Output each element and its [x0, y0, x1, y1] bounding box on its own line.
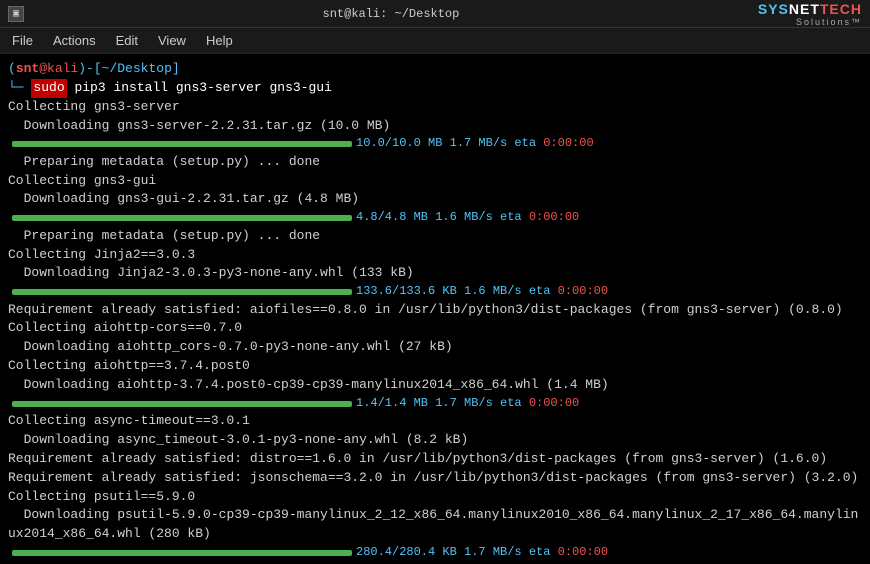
logo-tech: TECH [820, 1, 862, 17]
output-line-11: Downloading aiohttp_cors-0.7.0-py3-none-… [8, 338, 862, 357]
output-line-9: Requirement already satisfied: aiofiles=… [8, 301, 862, 320]
output-line-5: Downloading gns3-gui-2.2.31.tar.gz (4.8 … [8, 190, 862, 209]
prompt-arrow: └─ [8, 79, 24, 98]
command-line: └─ sudo pip3 install gns3-server gns3-gu… [8, 79, 862, 98]
progress-3: 133.6/133.6 KB 1.6 MB/s eta 0:00:00 [12, 283, 862, 300]
menu-file[interactable]: File [4, 31, 41, 50]
prompt-close-bracket: )-[ [78, 60, 101, 79]
menu-edit[interactable]: Edit [108, 31, 146, 50]
progress-info-1: 10.0/10.0 MB 1.7 MB/s eta 0:00:00 [356, 135, 594, 152]
menu-actions[interactable]: Actions [45, 31, 104, 50]
menu-help[interactable]: Help [198, 31, 241, 50]
prompt-line: (snt@kali)-[~/Desktop] [8, 60, 862, 79]
progress-bar-4 [12, 401, 352, 407]
prompt-user: snt [16, 60, 39, 79]
output-line-4: Collecting gns3-gui [8, 172, 862, 191]
progress-bar-3 [12, 289, 352, 295]
output-line-18: Collecting psutil==5.9.0 [8, 488, 862, 507]
menu-view[interactable]: View [150, 31, 194, 50]
output-line-16: Requirement already satisfied: distro==1… [8, 450, 862, 469]
titlebar: ▣ snt@kali: ~/Desktop SYSNETTECH Solutio… [0, 0, 870, 28]
progress-info-2: 4.8/4.8 MB 1.6 MB/s eta 0:00:00 [356, 209, 579, 226]
output-line-15: Downloading async_timeout-3.0.1-py3-none… [8, 431, 862, 450]
logo: SYSNETTECH Solutions™ [758, 1, 862, 27]
progress-info-4: 1.4/1.4 MB 1.7 MB/s eta 0:00:00 [356, 395, 579, 412]
output-line-19: Downloading psutil-5.9.0-cp39-cp39-manyl… [8, 506, 862, 544]
menubar: File Actions Edit View Help [0, 28, 870, 54]
output-line-1: Collecting gns3-server [8, 98, 862, 117]
output-line-6: Preparing metadata (setup.py) ... done [8, 227, 862, 246]
window-icon: ▣ [8, 6, 24, 22]
prompt-host: kali [47, 60, 78, 79]
progress-bar-1 [12, 141, 352, 147]
logo-sys: SYS [758, 1, 789, 17]
output-line-13: Downloading aiohttp-3.7.4.post0-cp39-cp3… [8, 376, 862, 395]
cmd-rest: pip3 install gns3-server gns3-gui [74, 79, 331, 98]
window-title: snt@kali: ~/Desktop [24, 7, 758, 21]
progress-2: 4.8/4.8 MB 1.6 MB/s eta 0:00:00 [12, 209, 862, 226]
cmd-sudo: sudo [31, 79, 66, 98]
progress-5: 280.4/280.4 KB 1.7 MB/s eta 0:00:00 [12, 544, 862, 561]
prompt-path-close: ] [172, 60, 180, 79]
output-line-10: Collecting aiohttp-cors==0.7.0 [8, 319, 862, 338]
output-line-8: Downloading Jinja2-3.0.3-py3-none-any.wh… [8, 264, 862, 283]
prompt-path: ~/Desktop [102, 60, 172, 79]
output-line-3: Preparing metadata (setup.py) ... done [8, 153, 862, 172]
progress-1: 10.0/10.0 MB 1.7 MB/s eta 0:00:00 [12, 135, 862, 152]
progress-bar-2 [12, 215, 352, 221]
logo-net: NET [789, 1, 820, 17]
output-line-2: Downloading gns3-server-2.2.31.tar.gz (1… [8, 117, 862, 136]
prompt-at: @ [39, 60, 47, 79]
terminal[interactable]: (snt@kali)-[~/Desktop] └─ sudo pip3 inst… [0, 54, 870, 564]
prompt-open-bracket: ( [8, 60, 16, 79]
progress-info-5: 280.4/280.4 KB 1.7 MB/s eta 0:00:00 [356, 544, 608, 561]
output-line-14: Collecting async-timeout==3.0.1 [8, 412, 862, 431]
output-line-17: Requirement already satisfied: jsonschem… [8, 469, 862, 488]
output-line-12: Collecting aiohttp==3.7.4.post0 [8, 357, 862, 376]
logo-text: SYSNETTECH [758, 1, 862, 17]
progress-info-3: 133.6/133.6 KB 1.6 MB/s eta 0:00:00 [356, 283, 608, 300]
output-line-7: Collecting Jinja2==3.0.3 [8, 246, 862, 265]
progress-4: 1.4/1.4 MB 1.7 MB/s eta 0:00:00 [12, 395, 862, 412]
logo-solutions: Solutions™ [796, 17, 862, 27]
progress-bar-5 [12, 550, 352, 556]
